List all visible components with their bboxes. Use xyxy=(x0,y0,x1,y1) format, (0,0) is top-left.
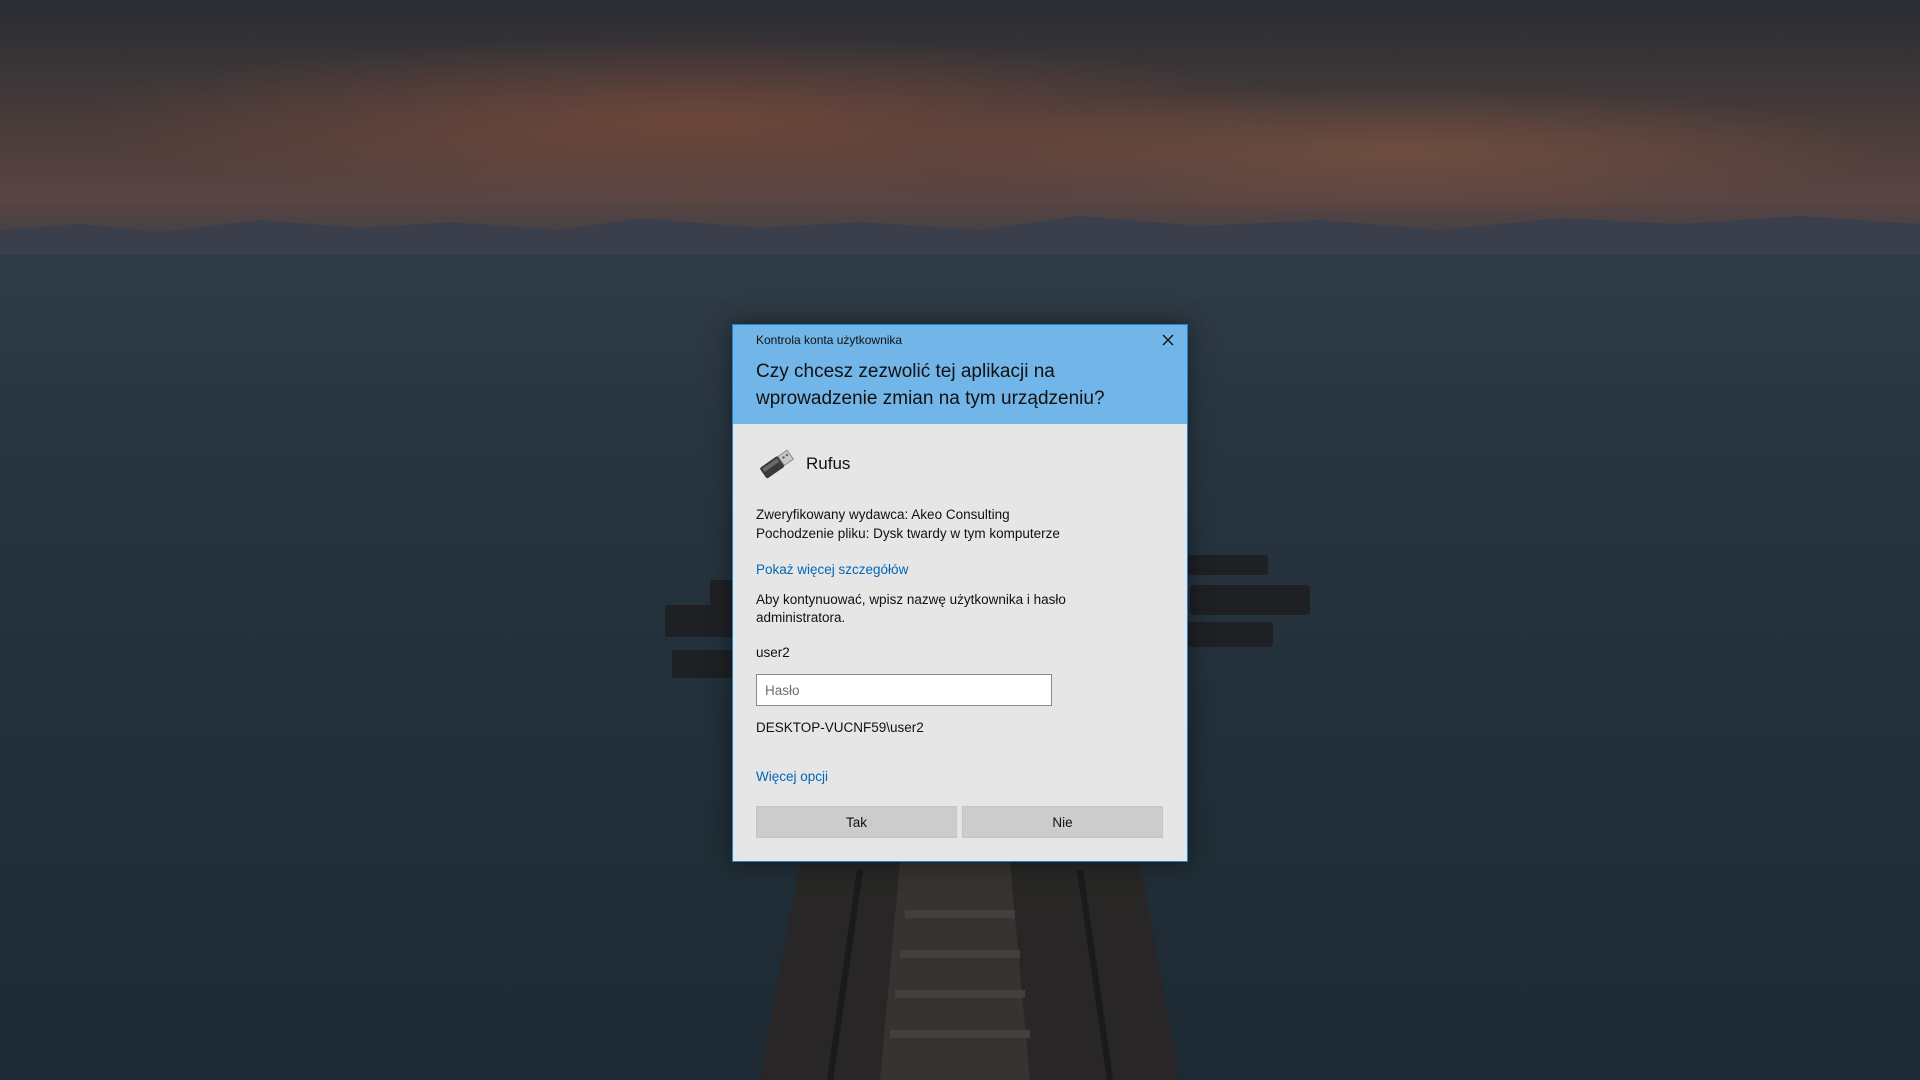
app-name: Rufus xyxy=(806,454,851,473)
publisher-line: Zweryfikowany wydawca: Akeo Consulting xyxy=(756,507,1010,522)
dialog-question: Czy chcesz zezwolić tej aplikacji na wpr… xyxy=(756,361,1105,409)
close-icon xyxy=(1162,334,1174,346)
uac-dialog: Kontrola konta użytkownika Czy chcesz ze… xyxy=(732,324,1188,862)
yes-button[interactable]: Tak xyxy=(756,806,957,838)
file-origin-line: Pochodzenie pliku: Dysk twardy w tym kom… xyxy=(756,526,1060,541)
uac-header: Kontrola konta użytkownika Czy chcesz ze… xyxy=(733,325,1187,424)
no-button[interactable]: Nie xyxy=(962,806,1163,838)
credentials-instructions: Aby kontynuować, wpisz nazwę użytkownika… xyxy=(756,592,1066,625)
publisher-info: Zweryfikowany wydawca: Akeo Consulting P… xyxy=(756,505,1060,543)
usb-drive-icon xyxy=(760,449,795,479)
more-options-link[interactable]: Więcej opcji xyxy=(756,769,828,784)
show-details-link[interactable]: Pokaż więcej szczegółów xyxy=(756,562,908,577)
username-label: user2 xyxy=(756,645,790,660)
password-field[interactable] xyxy=(756,674,1052,706)
dialog-caption: Kontrola konta użytkownika xyxy=(756,333,903,347)
domain-user-label: DESKTOP-VUCNF59\user2 xyxy=(756,720,924,735)
close-button[interactable] xyxy=(1155,329,1181,351)
app-row: Rufus xyxy=(756,444,850,484)
